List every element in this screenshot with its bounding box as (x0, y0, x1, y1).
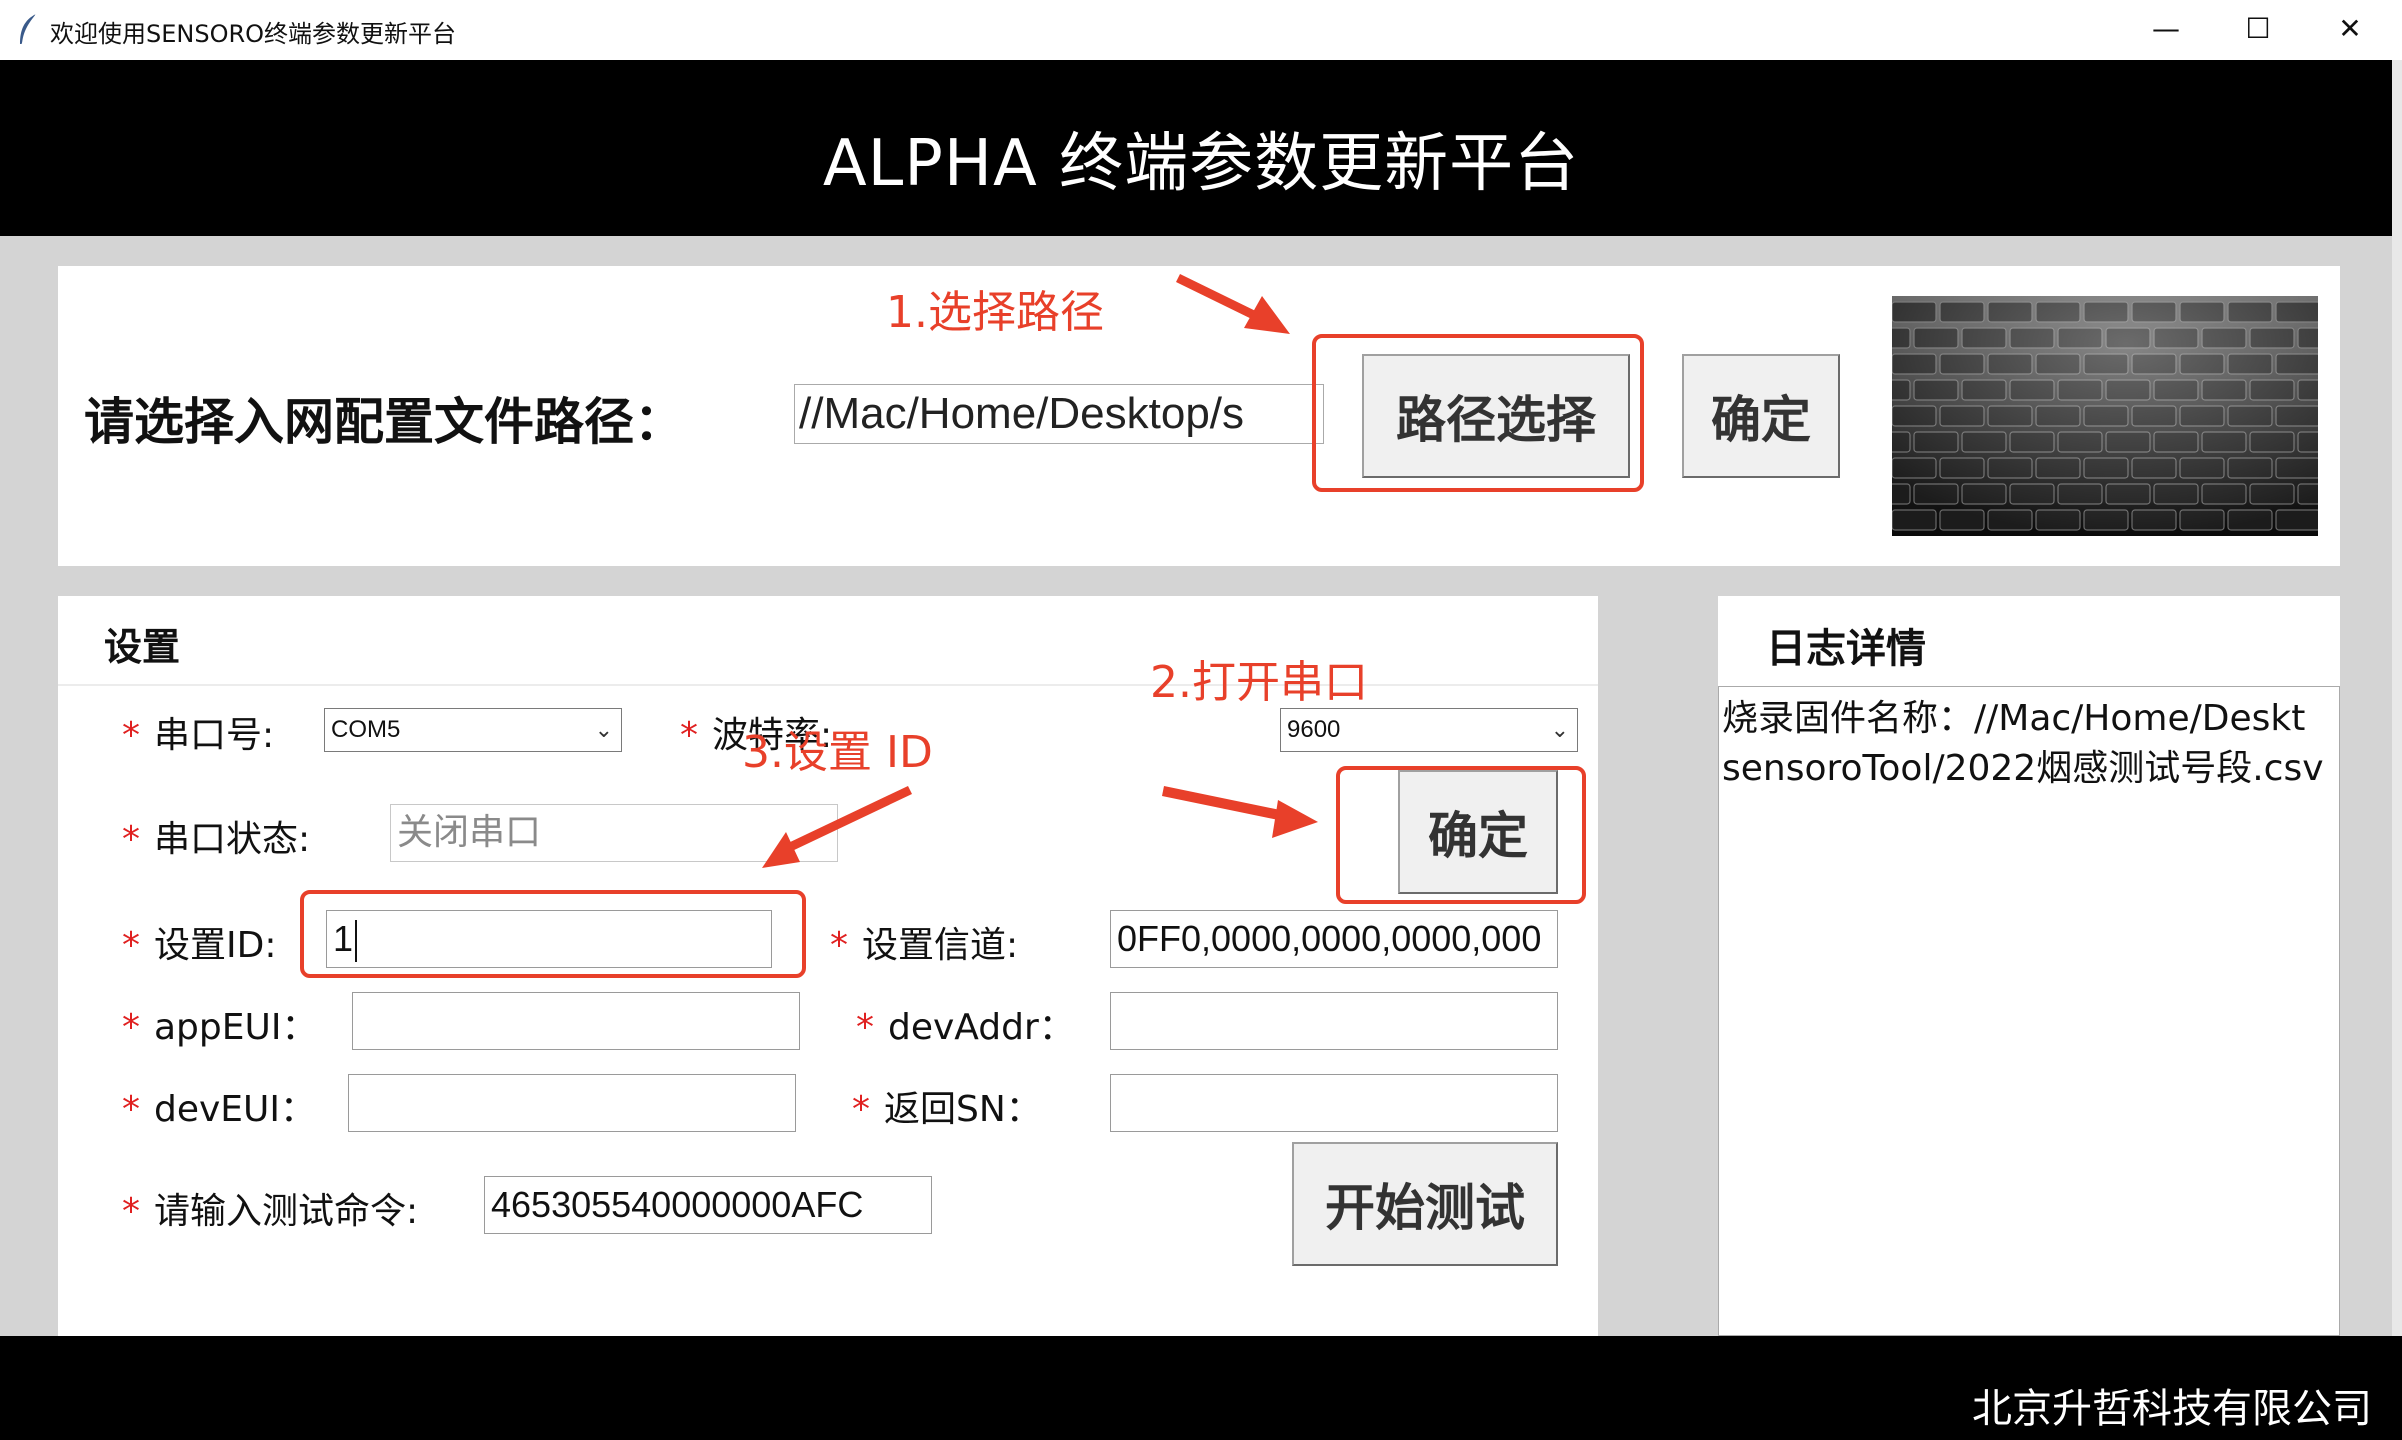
serial-status-label-text: 串口状态: (154, 819, 311, 860)
set-id-label: * 设置ID: (122, 916, 276, 968)
path-confirm-button[interactable]: 确定 (1682, 354, 1840, 478)
set-channel-label: * 设置信道: (830, 916, 1018, 968)
path-input[interactable]: //Mac/Home/Desktop/s (794, 384, 1324, 444)
test-cmd-label: * 请输入测试命令: (122, 1182, 418, 1234)
start-test-button[interactable]: 开始测试 (1292, 1142, 1558, 1266)
dev-addr-input[interactable] (1110, 992, 1558, 1050)
keyboard-image (1892, 296, 2318, 536)
footer: 北京升哲科技有限公司 (0, 1336, 2402, 1440)
path-label: 请选择入网配置文件路径： (84, 393, 684, 451)
required-mark: * (122, 819, 140, 860)
close-button[interactable]: ✕ (2304, 0, 2396, 56)
dev-addr-label: * devAddr： (856, 998, 1075, 1050)
log-title: 日志详情 (1766, 626, 1926, 672)
app-eui-label-text: appEUI： (154, 1007, 318, 1048)
required-mark: * (856, 1007, 874, 1048)
test-cmd-label-text: 请输入测试命令: (154, 1191, 419, 1232)
dev-addr-label-text: devAddr： (888, 1007, 1075, 1048)
header-banner: ALPHA 终端参数更新平台 (0, 60, 2402, 236)
page-title: ALPHA 终端参数更新平台 (822, 127, 1580, 201)
return-sn-input[interactable] (1110, 1074, 1558, 1132)
set-id-label-text: 设置ID: (154, 925, 277, 966)
return-sn-label-text: 返回SN： (884, 1089, 1042, 1130)
app-eui-input[interactable] (352, 992, 800, 1050)
annotation-box-path (1312, 334, 1644, 492)
feather-icon (20, 13, 37, 45)
required-mark: * (830, 925, 848, 966)
serial-status-field: 关闭串口 (390, 804, 838, 862)
settings-title: 设置 (104, 625, 181, 669)
chevron-down-icon: ⌄ (594, 717, 613, 742)
minimize-button[interactable]: — (2120, 0, 2212, 56)
serial-port-label-text: 串口号: (154, 715, 275, 756)
required-mark: * (122, 1007, 140, 1048)
log-line: 烧录固件名称：//Mac/Home/Deskt (1722, 698, 2306, 739)
set-channel-label-text: 设置信道: (862, 925, 1019, 966)
log-line: sensoroTool/2022烟感测试号段.csv (1722, 748, 2324, 789)
serial-port-value: COM5 (331, 716, 401, 743)
serial-port-label: * 串口号: (122, 706, 274, 758)
test-command-input[interactable]: 465305540000000AFC (484, 1176, 932, 1234)
window-title: 欢迎使用SENSORO终端参数更新平台 (50, 20, 457, 48)
baud-value: 9600 (1287, 716, 1341, 743)
required-mark: * (122, 715, 140, 756)
required-mark: * (122, 1191, 140, 1232)
dev-eui-input[interactable] (348, 1074, 796, 1132)
dev-eui-label: * devEUI： (122, 1080, 316, 1132)
annotation-box-id (300, 890, 806, 978)
required-mark: * (122, 925, 140, 966)
log-content: 烧录固件名称：//Mac/Home/Deskt sensoroTool/2022烟… (1722, 694, 2338, 794)
window-titlebar: 欢迎使用SENSORO终端参数更新平台 — ☐ ✕ (0, 0, 2402, 60)
window-edge (2392, 60, 2402, 1440)
set-channel-input[interactable]: 0FF0,0000,0000,0000,000 (1110, 910, 1558, 968)
serial-port-select[interactable]: COM5 ⌄ (324, 708, 622, 752)
required-mark: * (122, 1089, 140, 1130)
dev-eui-label-text: devEUI： (154, 1089, 317, 1130)
baud-select[interactable]: 9600 ⌄ (1280, 708, 1578, 752)
annotation-step2: 2.打开串口 (1150, 657, 1368, 708)
annotation-step3: 3.设置 ID (742, 727, 933, 778)
serial-status-label: * 串口状态: (122, 810, 310, 862)
maximize-button[interactable]: ☐ (2212, 0, 2304, 56)
app-eui-label: * appEUI： (122, 998, 317, 1050)
return-sn-label: * 返回SN： (852, 1080, 1042, 1132)
annotation-step1: 1.选择路径 (886, 287, 1104, 338)
required-mark: * (680, 715, 698, 756)
annotation-box-serial (1336, 766, 1586, 904)
required-mark: * (852, 1089, 870, 1130)
company-name: 北京升哲科技有限公司 (1972, 1386, 2372, 1432)
chevron-down-icon: ⌄ (1550, 717, 1569, 742)
